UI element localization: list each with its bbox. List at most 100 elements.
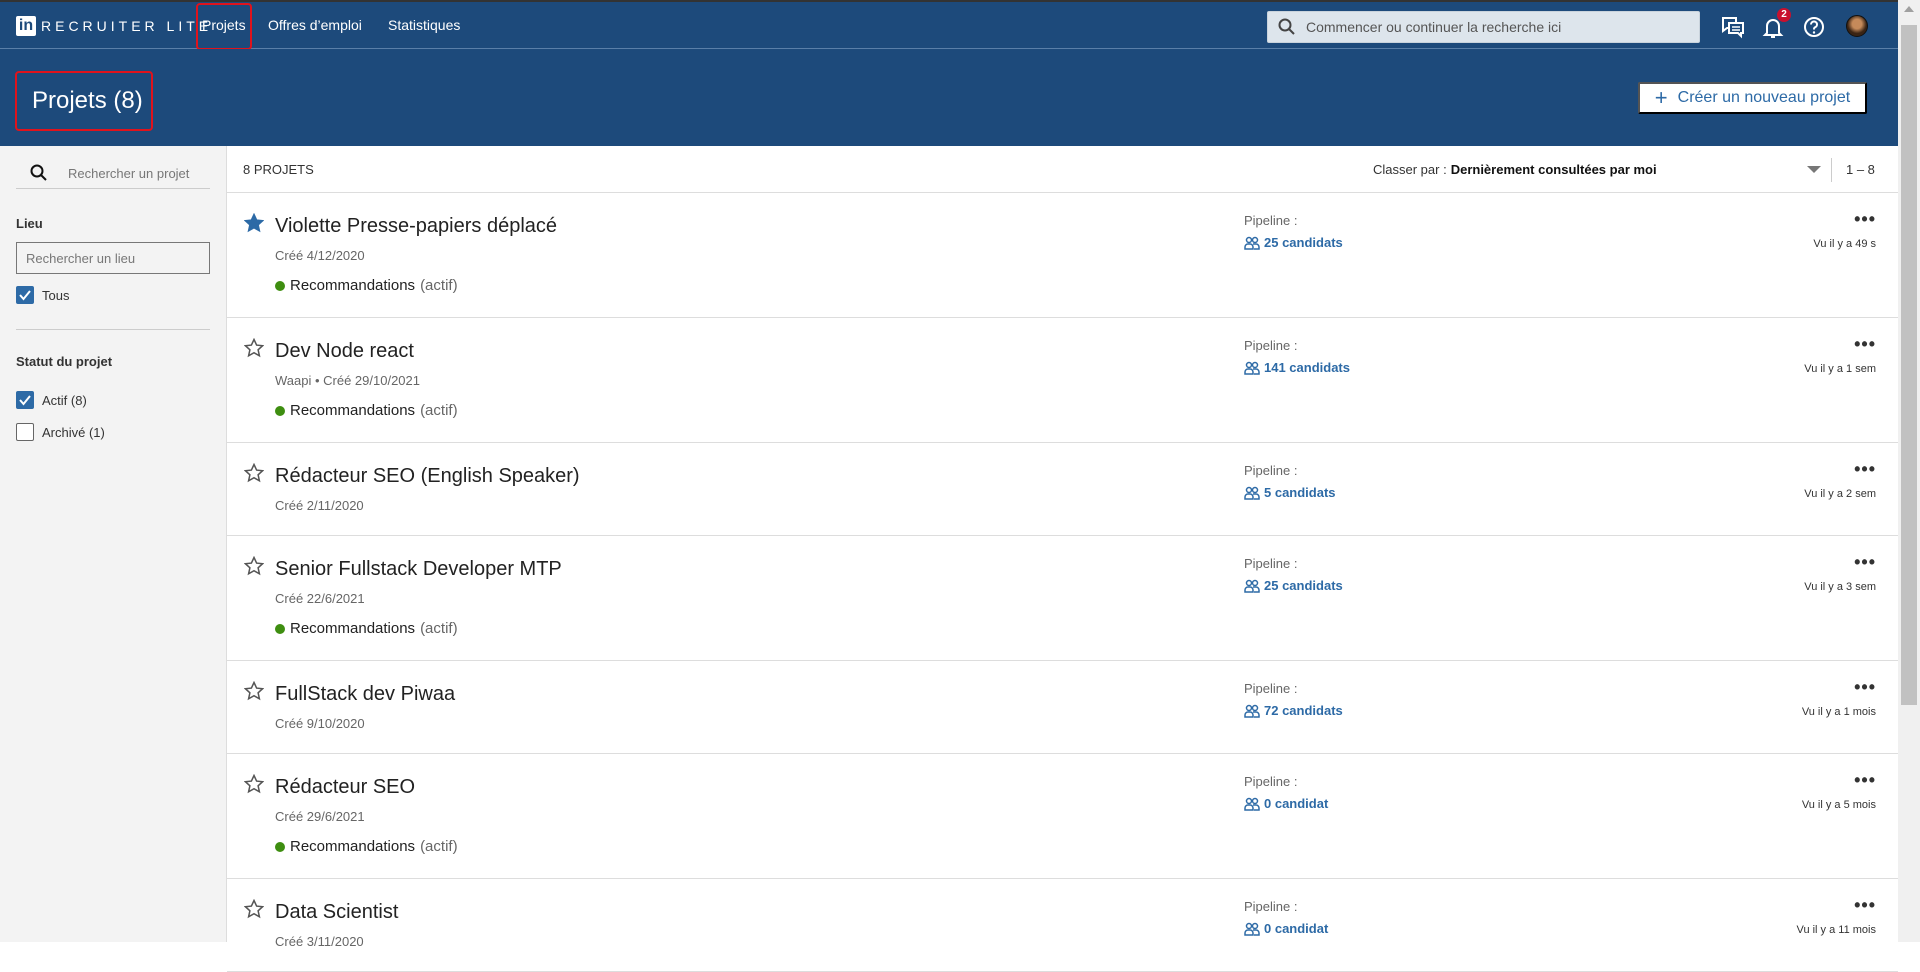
project-row[interactable]: Rédacteur SEO (English Speaker) Créé 2/1… <box>227 443 1898 536</box>
page-header: Projets (8) + Créer un nouveau projet <box>0 49 1898 146</box>
global-search-input[interactable]: Commencer ou continuer la recherche ici <box>1267 11 1700 43</box>
location-heading: Lieu <box>16 216 43 231</box>
project-meta: Waapi • Créé 29/10/2021 <box>275 373 420 388</box>
people-icon <box>1244 704 1260 718</box>
last-seen: Vu il y a 2 sem <box>1804 488 1876 500</box>
top-nav: in RECRUITER LITE Projets Offres d’emploi… <box>0 0 1898 50</box>
filters-sidebar: Rechercher un projet Lieu Rechercher un … <box>0 146 227 942</box>
chevron-down-icon[interactable] <box>1807 166 1821 173</box>
project-row[interactable]: Data Scientist Créé 3/11/2020 Pipeline :… <box>227 879 1898 972</box>
help-icon[interactable] <box>1801 14 1827 40</box>
project-row[interactable]: FullStack dev Piwaa Créé 9/10/2020 Pipel… <box>227 661 1898 754</box>
star-icon[interactable] <box>244 899 264 919</box>
star-icon[interactable] <box>244 338 264 358</box>
plus-icon: + <box>1654 85 1668 110</box>
candidates-link[interactable]: 25 candidats <box>1244 235 1343 250</box>
project-title[interactable]: Rédacteur SEO <box>275 776 415 799</box>
nav-statistiques[interactable]: Statistiques <box>388 17 460 33</box>
candidates-link[interactable]: 0 candidat <box>1244 921 1328 936</box>
project-row[interactable]: Rédacteur SEO Créé 29/6/2021 Recommandat… <box>227 754 1898 879</box>
location-input[interactable]: Rechercher un lieu <box>16 242 210 274</box>
more-options-icon[interactable]: ••• <box>1854 459 1876 480</box>
project-meta: Créé 4/12/2020 <box>275 248 365 263</box>
more-options-icon[interactable]: ••• <box>1854 770 1876 791</box>
project-title[interactable]: Dev Node react <box>275 340 414 363</box>
people-icon <box>1244 797 1260 811</box>
project-title[interactable]: Senior Fullstack Developer MTP <box>275 558 562 581</box>
pipeline-label: Pipeline : <box>1244 556 1298 571</box>
project-row[interactable]: Dev Node react Waapi • Créé 29/10/2021 R… <box>227 318 1898 443</box>
pipeline-label: Pipeline : <box>1244 681 1298 696</box>
more-options-icon[interactable]: ••• <box>1854 552 1876 573</box>
pipeline-label: Pipeline : <box>1244 774 1298 789</box>
project-meta: Créé 9/10/2020 <box>275 716 365 731</box>
list-header: 8 PROJETS Classer par : Dernièrement cons… <box>227 146 1898 193</box>
search-icon <box>30 164 47 181</box>
more-options-icon[interactable]: ••• <box>1854 209 1876 230</box>
project-title[interactable]: FullStack dev Piwaa <box>275 683 455 706</box>
status-dot-icon <box>275 405 285 416</box>
pipeline-label: Pipeline : <box>1244 463 1298 478</box>
divider <box>16 329 210 330</box>
pipeline-label: Pipeline : <box>1244 213 1298 228</box>
project-meta: Créé 2/11/2020 <box>275 498 364 513</box>
status-dot-icon <box>275 280 285 291</box>
project-title[interactable]: Data Scientist <box>275 901 398 924</box>
scroll-up-icon[interactable] <box>1904 6 1914 12</box>
status-archived-checkbox[interactable]: Archivé (1) <box>16 423 105 441</box>
location-all-checkbox[interactable]: Tous <box>16 286 69 304</box>
highlight-box <box>196 3 252 50</box>
star-icon[interactable] <box>244 463 264 483</box>
recommendations-status[interactable]: Recommandations (actif) <box>275 620 458 637</box>
status-heading: Statut du projet <box>16 354 113 369</box>
more-options-icon[interactable]: ••• <box>1854 677 1876 698</box>
checkmark-icon <box>16 391 34 409</box>
project-title[interactable]: Rédacteur SEO (English Speaker) <box>275 465 580 488</box>
people-icon <box>1244 486 1260 500</box>
candidates-link[interactable]: 5 candidats <box>1244 485 1336 500</box>
create-project-button[interactable]: + Créer un nouveau projet <box>1638 82 1867 114</box>
scrollbar-thumb[interactable] <box>1901 25 1917 705</box>
linkedin-logo[interactable]: in RECRUITER LITE <box>16 16 212 36</box>
star-icon[interactable] <box>244 681 264 701</box>
last-seen: Vu il y a 3 sem <box>1804 581 1876 593</box>
star-icon[interactable] <box>244 774 264 794</box>
candidates-link[interactable]: 0 candidat <box>1244 796 1328 811</box>
pagination-range: 1 – 8 <box>1846 162 1875 177</box>
more-options-icon[interactable]: ••• <box>1854 334 1876 355</box>
project-meta: Créé 29/6/2021 <box>275 809 365 824</box>
sort-select[interactable]: Classer par : Dernièrement consultées par… <box>1373 162 1657 177</box>
people-icon <box>1244 236 1260 250</box>
recommendations-status[interactable]: Recommandations (actif) <box>275 277 458 294</box>
recommendations-status[interactable]: Recommandations (actif) <box>275 402 458 419</box>
project-title[interactable]: Violette Presse-papiers déplacé <box>275 215 557 238</box>
status-dot-icon <box>275 623 285 634</box>
candidates-link[interactable]: 72 candidats <box>1244 703 1343 718</box>
last-seen: Vu il y a 5 mois <box>1801 799 1876 811</box>
more-options-icon[interactable]: ••• <box>1854 895 1876 916</box>
project-search-input[interactable]: Rechercher un projet <box>16 158 210 189</box>
project-count: 8 PROJETS <box>243 162 314 177</box>
star-icon[interactable] <box>244 213 264 233</box>
avatar[interactable] <box>1846 15 1868 37</box>
status-dot-icon <box>275 841 285 852</box>
candidates-link[interactable]: 25 candidats <box>1244 578 1343 593</box>
divider <box>1831 158 1832 182</box>
last-seen: Vu il y a 49 s <box>1813 238 1876 250</box>
project-row[interactable]: Violette Presse-papiers déplacé Créé 4/1… <box>227 193 1898 318</box>
checkmark-icon <box>16 286 34 304</box>
scrollbar[interactable] <box>1898 0 1920 942</box>
people-icon <box>1244 579 1260 593</box>
project-row[interactable]: Senior Fullstack Developer MTP Créé 22/6… <box>227 536 1898 661</box>
last-seen: Vu il y a 11 mois <box>1796 924 1876 936</box>
status-active-checkbox[interactable]: Actif (8) <box>16 391 87 409</box>
search-icon <box>1278 18 1295 35</box>
star-icon[interactable] <box>244 556 264 576</box>
highlight-box <box>15 71 153 131</box>
candidates-link[interactable]: 141 candidats <box>1244 360 1350 375</box>
recommendations-status[interactable]: Recommandations (actif) <box>275 838 458 855</box>
pipeline-label: Pipeline : <box>1244 899 1298 914</box>
messages-icon[interactable] <box>1720 14 1746 40</box>
nav-offres[interactable]: Offres d’emploi <box>268 17 362 33</box>
project-meta: Créé 22/6/2021 <box>275 591 365 606</box>
